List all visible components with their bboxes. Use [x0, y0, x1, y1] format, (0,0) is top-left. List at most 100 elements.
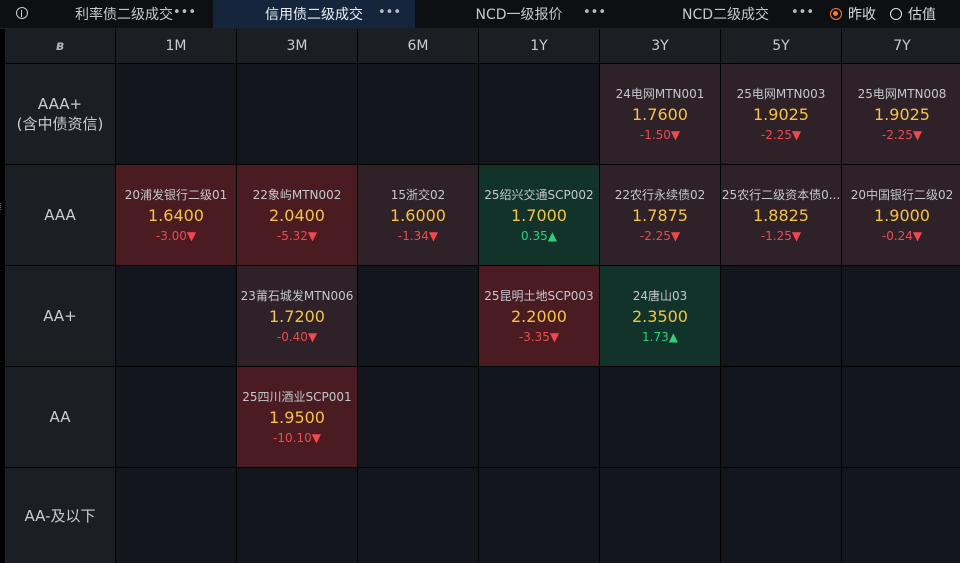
bond-yield: 2.2000 [511, 306, 567, 326]
bond-yield: 2.0400 [269, 205, 325, 225]
column-header: 6M [358, 29, 478, 63]
rating-label: AAA+ [37, 95, 83, 113]
tab-ncd-secondary[interactable]: NCD二级成交 ••• [623, 0, 828, 28]
bond-name: 25电网MTN008 [857, 86, 947, 101]
tab-ncd-primary-quote[interactable]: NCD一级报价 ••• [418, 0, 620, 28]
more-icon[interactable]: ••• [791, 0, 814, 28]
bond-cell[interactable]: 20中国银行二级02 1.9000 -0.24▼ [842, 165, 960, 265]
bond-yield: 1.9500 [269, 407, 325, 427]
empty-cell [116, 266, 236, 366]
bond-yield: 1.9025 [874, 104, 930, 124]
yield-change: -3.35▼ [518, 329, 560, 344]
bond-name: 22象屿MTN002 [252, 187, 342, 202]
tab-label: NCD二级成交 [681, 7, 770, 23]
yield-change: -5.32▼ [276, 228, 318, 243]
bond-cell[interactable]: 25电网MTN003 1.9025 -2.25▼ [721, 64, 841, 164]
bond-name: 24电网MTN001 [615, 86, 705, 101]
bond-yield: 1.7200 [269, 306, 325, 326]
bond-cell[interactable]: 23莆石城发MTN006 1.7200 -0.40▼ [237, 266, 357, 366]
bond-name: 25四川酒业SCP001 [242, 389, 352, 404]
bond-yield: 1.8825 [753, 205, 809, 225]
info-icon[interactable] [16, 7, 28, 19]
row-header: AA [5, 367, 115, 467]
rating-note: (含中债资信) [16, 115, 104, 133]
radio-prev-close[interactable]: 昨收 [830, 6, 876, 23]
empty-cell [842, 266, 960, 366]
bond-yield: 1.9000 [874, 205, 930, 225]
empty-cell [116, 468, 236, 563]
bond-cell[interactable]: 22象屿MTN002 2.0400 -5.32▼ [237, 165, 357, 265]
bond-cell[interactable]: 25电网MTN008 1.9025 -2.25▼ [842, 64, 960, 164]
bond-name: 25绍兴交通SCP002 [484, 187, 594, 202]
tab-credit-bond-secondary[interactable]: 信用债二级成交 ••• [213, 0, 415, 28]
empty-cell [721, 468, 841, 563]
row-header: AAA+ (含中债资信) [5, 64, 115, 164]
bond-cell[interactable]: 15浙交02 1.6000 -1.34▼ [358, 165, 478, 265]
drag-handle-icon[interactable] [0, 203, 4, 210]
bond-name: 25农行二级资本债0... [721, 187, 841, 202]
bond-name: 20中国银行二级02 [850, 187, 954, 202]
yield-change: -1.50▼ [639, 127, 681, 142]
tab-label: 信用债二级成交 [265, 7, 363, 23]
radio-label: 估值 [908, 7, 936, 23]
bond-cell[interactable]: 25绍兴交通SCP002 1.7000 0.35▲ [479, 165, 599, 265]
empty-cell [358, 64, 478, 164]
bond-yield: 1.7875 [632, 205, 688, 225]
bond-cell[interactable]: 24唐山03 2.3500 1.73▲ [600, 266, 720, 366]
empty-cell [237, 468, 357, 563]
yield-change: -3.00▼ [155, 228, 197, 243]
empty-cell [721, 266, 841, 366]
bond-yield: 1.6000 [390, 205, 446, 225]
bond-name: 20浦发银行二级01 [124, 187, 228, 202]
empty-cell [721, 367, 841, 467]
more-icon[interactable]: ••• [378, 0, 401, 28]
row-header: AAA [5, 165, 115, 265]
bond-name: 22农行永续债02 [614, 187, 706, 202]
credit-bond-matrix: ʙ 1M 3M 6M 1Y 3Y 5Y 7Y AAA+ (含中债资信) 24电网MTN001 1.7… [5, 29, 960, 563]
corner-logo-icon: ʙ [5, 29, 115, 63]
empty-cell [842, 468, 960, 563]
tab-rate-bond-secondary[interactable]: 利率债二级成交 ••• [38, 0, 210, 28]
row-header: AA-及以下 [5, 468, 115, 563]
empty-cell [116, 64, 236, 164]
column-header: 1Y [479, 29, 599, 63]
column-header: 3Y [600, 29, 720, 63]
column-header: 7Y [842, 29, 960, 63]
radio-valuation[interactable]: 估值 [890, 6, 936, 23]
column-header: 1M [116, 29, 236, 63]
tab-label: NCD一级报价 [475, 7, 563, 23]
bond-yield: 1.6400 [148, 205, 204, 225]
more-icon[interactable]: ••• [173, 0, 196, 28]
bond-yield: 1.7000 [511, 205, 567, 225]
radio-label: 昨收 [848, 7, 876, 23]
tab-label: 利率债二级成交 [75, 7, 173, 23]
bond-cell[interactable]: 25农行二级资本债0... 1.8825 -1.25▼ [721, 165, 841, 265]
bond-cell[interactable]: 22农行永续债02 1.7875 -2.25▼ [600, 165, 720, 265]
yield-change: 0.35▲ [521, 228, 557, 243]
column-header: 3M [237, 29, 357, 63]
more-icon[interactable]: ••• [583, 0, 606, 28]
tab-bar: 利率债二级成交 ••• 信用债二级成交 ••• NCD一级报价 ••• NCD二… [0, 0, 960, 29]
empty-cell [116, 367, 236, 467]
yield-change: -10.10▼ [273, 430, 321, 445]
rating-label: AA-及以下 [24, 506, 96, 525]
yield-change: -1.34▼ [397, 228, 439, 243]
yield-change: 1.73▲ [642, 329, 678, 344]
bond-name: 23莆石城发MTN006 [240, 288, 354, 303]
bond-name: 25昆明土地SCP003 [484, 288, 594, 303]
bond-cell[interactable]: 24电网MTN001 1.7600 -1.50▼ [600, 64, 720, 164]
yield-change: -2.25▼ [881, 127, 923, 142]
rating-label: AA [49, 408, 71, 426]
bond-cell[interactable]: 25四川酒业SCP001 1.9500 -10.10▼ [237, 367, 357, 467]
bond-yield: 2.3500 [632, 306, 688, 326]
empty-cell [358, 468, 478, 563]
bond-yield: 1.7600 [632, 104, 688, 124]
yield-change: -0.40▼ [276, 329, 318, 344]
rating-label: AA+ [43, 307, 77, 325]
column-header: 5Y [721, 29, 841, 63]
bond-cell[interactable]: 25昆明土地SCP003 2.2000 -3.35▼ [479, 266, 599, 366]
bond-name: 25电网MTN003 [736, 86, 826, 101]
empty-cell [600, 367, 720, 467]
yield-change: -2.25▼ [639, 228, 681, 243]
bond-cell[interactable]: 20浦发银行二级01 1.6400 -3.00▼ [116, 165, 236, 265]
